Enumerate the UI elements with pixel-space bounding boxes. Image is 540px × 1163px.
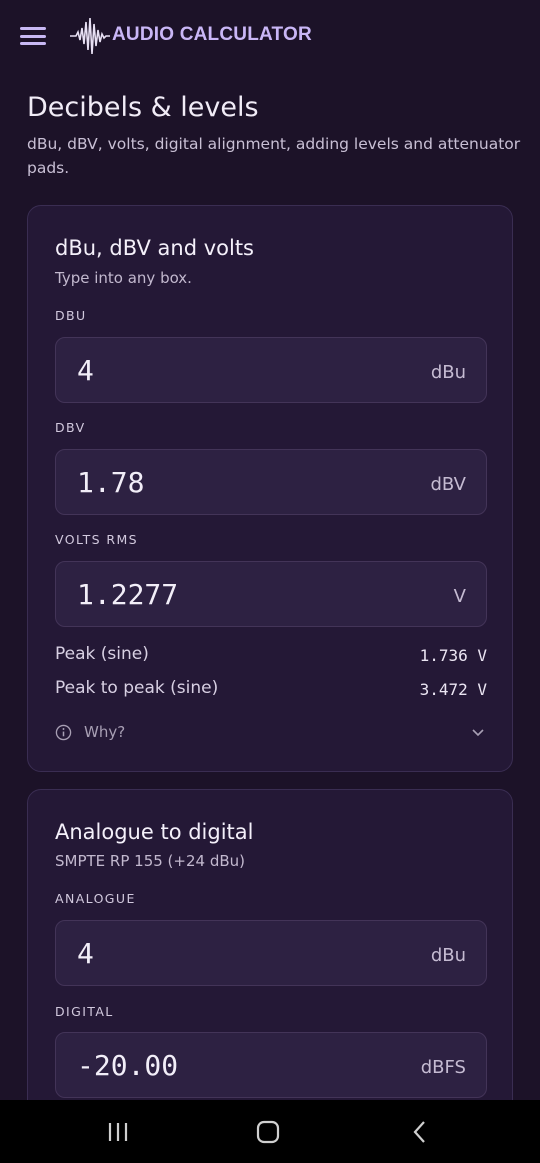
chevron-down-icon[interactable] <box>471 726 485 740</box>
peak-sine-value: 1.736 V <box>419 646 487 665</box>
page-title: Decibels & levels <box>27 92 259 123</box>
page-subtitle: dBu, dBV, volts, digital alignment, addi… <box>27 135 521 177</box>
dbu-unit: dBu <box>430 362 466 383</box>
card-title: Analogue to digital <box>55 820 254 844</box>
card-subtitle: Type into any box. <box>55 269 192 287</box>
info-icon <box>55 724 72 741</box>
menu-icon[interactable] <box>18 24 48 48</box>
home-icon[interactable] <box>253 1118 283 1146</box>
why-label: Why? <box>84 723 126 741</box>
app-bar: AUDIO CALCULATOR <box>0 0 540 72</box>
analogue-to-digital-card: Analogue to digital SMPTE RP 155 (+24 dB… <box>27 789 513 1129</box>
dbu-label: DBU <box>55 308 87 323</box>
dbu-field[interactable]: 4 dBu <box>55 337 487 403</box>
peak-to-peak-label: Peak to peak (sine) <box>55 678 219 698</box>
digital-field[interactable]: -20.00 dBFS <box>55 1032 487 1098</box>
recents-icon[interactable] <box>103 1118 133 1146</box>
dbv-field[interactable]: 1.78 dBV <box>55 449 487 515</box>
app-title: AUDIO CALCULATOR <box>112 24 312 45</box>
peak-sine-row: Peak (sine) 1.736 V <box>55 644 487 670</box>
dbu-input[interactable]: 4 <box>77 354 377 387</box>
volts-rms-field[interactable]: 1.2277 V <box>55 561 487 627</box>
peak-to-peak-row: Peak to peak (sine) 3.472 V <box>55 678 487 704</box>
card-title: dBu, dBV and volts <box>55 236 254 260</box>
card-subtitle: SMPTE RP 155 (+24 dBu) <box>55 852 245 870</box>
why-expander[interactable]: Why? <box>55 720 487 746</box>
volts-rms-input[interactable]: 1.2277 <box>77 578 377 611</box>
dbv-unit: dBV <box>430 474 466 495</box>
digital-label: DIGITAL <box>55 1004 114 1019</box>
dbv-input[interactable]: 1.78 <box>77 466 377 499</box>
back-icon[interactable] <box>405 1118 435 1146</box>
dbu-dbv-volts-card: dBu, dBV and volts Type into any box. DB… <box>27 205 513 772</box>
digital-input[interactable]: -20.00 <box>77 1049 377 1082</box>
peak-to-peak-value: 3.472 V <box>419 680 487 699</box>
waveform-logo-icon <box>70 17 110 55</box>
peak-sine-label: Peak (sine) <box>55 644 149 664</box>
system-nav-bar <box>0 1100 540 1163</box>
analogue-unit: dBu <box>430 945 466 966</box>
analogue-field[interactable]: 4 dBu <box>55 920 487 986</box>
digital-unit: dBFS <box>420 1057 466 1078</box>
volts-rms-unit: V <box>453 586 466 607</box>
analogue-label: ANALOGUE <box>55 891 136 906</box>
volts-rms-label: VOLTS RMS <box>55 532 138 547</box>
analogue-input[interactable]: 4 <box>77 937 377 970</box>
dbv-label: DBV <box>55 420 86 435</box>
